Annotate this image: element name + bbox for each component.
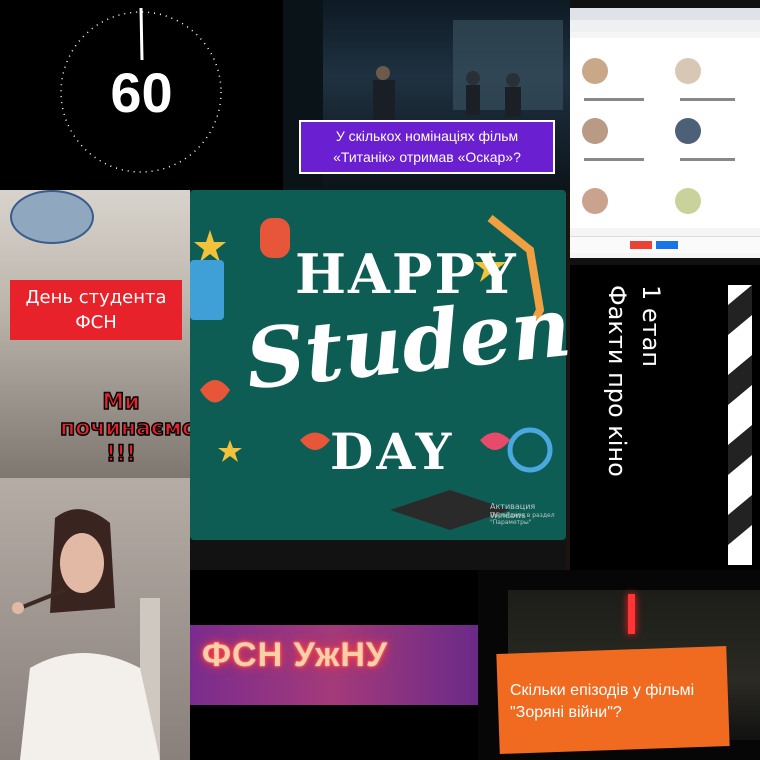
participant-avatar xyxy=(582,58,608,84)
participant-avatar xyxy=(675,188,701,214)
participant-avatar xyxy=(675,118,701,144)
browser-window xyxy=(570,8,760,258)
portrait-illustration xyxy=(12,509,160,760)
titanic-question: У скількох номінаціях фільм «Титанік» от… xyxy=(299,120,555,174)
film-facts-stage-panel: 1 етап Факти про кіно xyxy=(570,265,760,570)
countdown-timer-tile: 60 xyxy=(0,0,283,190)
day-heading: DAY xyxy=(330,422,455,481)
student-day-panel: День студента ФСН Ми починаємо !!! xyxy=(0,190,190,478)
windows-activation-hint: Перейдите в раздел "Параметры" xyxy=(490,512,555,526)
neon-title-tile: ФСН УжНУ xyxy=(190,570,478,760)
neon-title: ФСН УжНУ xyxy=(202,636,389,674)
participant-avatar xyxy=(582,118,608,144)
faculty-logo xyxy=(10,190,94,244)
timer-value: 60 xyxy=(110,61,173,124)
monitor-stand xyxy=(190,540,566,570)
monitor-display: HAPPY Student's DAY Активация Windows Пе… xyxy=(190,190,570,540)
lightsaber xyxy=(628,594,635,634)
call-controls-bar xyxy=(570,236,760,253)
star-wars-question-tile: Скільки епізодів у фільмі "Зоряні війни"… xyxy=(478,570,760,760)
facts-vertical-text: 1 етап Факти про кіно xyxy=(600,285,668,477)
happy-students-day-screen: HAPPY Student's DAY Активация Windows Пе… xyxy=(190,190,570,570)
stage-label: 1 етап xyxy=(637,285,665,368)
topic-label: Факти про кіно xyxy=(603,285,631,477)
student-day-title: День студента ФСН xyxy=(10,280,182,340)
girl-makeup-photo xyxy=(0,478,190,760)
participant-grid xyxy=(570,38,760,228)
star-wars-question: Скільки епізодів у фільмі "Зоряні війни"… xyxy=(510,682,695,721)
start-text: Ми починаємо !!! xyxy=(59,389,190,468)
titanic-question-tile: У скількох номінаціях фільм «Титанік» от… xyxy=(283,0,570,190)
participant-avatar xyxy=(582,188,608,214)
video-call-screenshot xyxy=(570,0,760,265)
participant-avatar xyxy=(675,58,701,84)
